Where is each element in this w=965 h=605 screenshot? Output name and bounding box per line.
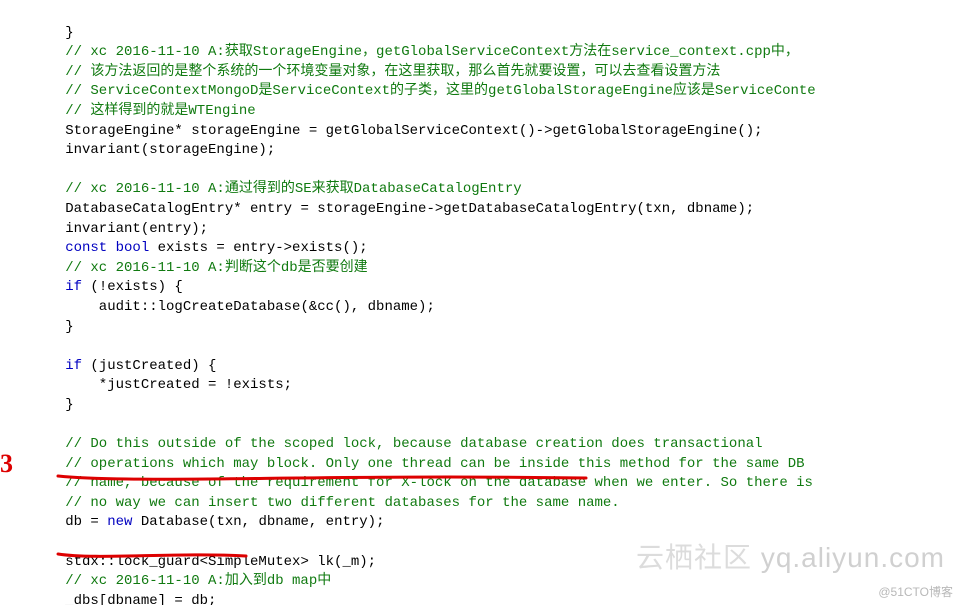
watermark-text: 云栖社区 xyxy=(636,542,761,573)
comment: // ServiceContextMongoD是ServiceContext的子… xyxy=(40,83,816,99)
keyword-if: if xyxy=(40,358,82,374)
code-line: *justCreated = !exists; xyxy=(40,377,292,393)
watermark-main: 云栖社区 yq.aliyun.com xyxy=(636,538,945,577)
code-line: StorageEngine* storageEngine = getGlobal… xyxy=(40,123,763,139)
code-line: DatabaseCatalogEntry* entry = storageEng… xyxy=(40,201,754,217)
code-line: Database(txn, dbname, entry); xyxy=(132,514,384,530)
comment: // xc 2016-11-10 A:加入到db map中 xyxy=(40,573,331,589)
keyword-if: if xyxy=(40,279,82,295)
brace: } xyxy=(40,319,74,335)
code-block: } // xc 2016-11-10 A:获取StorageEngine，get… xyxy=(0,0,965,605)
comment: // xc 2016-11-10 A:通过得到的SE来获取DatabaseCat… xyxy=(40,181,522,197)
comment: // 该方法返回的是整个系统的一个环境变量对象，在这里获取，那么首先就要设置，可… xyxy=(40,64,720,80)
watermark-small: @51CTO博客 xyxy=(878,584,953,601)
comment: // xc 2016-11-10 A:判断这个db是否要创建 xyxy=(40,260,368,276)
comment: // 这样得到的就是WTEngine xyxy=(40,103,256,119)
code-screenshot: { "code": { "brace_top": " }", "c1": " /… xyxy=(0,0,965,605)
code-line: db = xyxy=(40,514,107,530)
comment: // xc 2016-11-10 A:获取StorageEngine，getGl… xyxy=(40,44,799,60)
annotation-number-3: 3 xyxy=(0,446,13,482)
code-line: (justCreated) { xyxy=(82,358,216,374)
brace: } xyxy=(40,25,74,41)
brace: } xyxy=(40,397,74,413)
code-line: (!exists) { xyxy=(82,279,183,295)
keyword-new: new xyxy=(107,514,132,530)
code-line: stdx::lock_guard<SimpleMutex> lk(_m); xyxy=(40,554,376,570)
code-line: exists = entry->exists(); xyxy=(149,240,367,256)
comment: // no way we can insert two different da… xyxy=(40,495,620,511)
code-line: _dbs[dbname] = db; xyxy=(40,593,216,605)
code-line: audit::logCreateDatabase(&cc(), dbname); xyxy=(40,299,435,315)
code-line: invariant(storageEngine); xyxy=(40,142,275,158)
comment: // Do this outside of the scoped lock, b… xyxy=(40,436,763,452)
comment: // operations which may block. Only one … xyxy=(40,456,805,472)
code-line: invariant(entry); xyxy=(40,221,208,237)
comment: // name, because of the requirement for … xyxy=(40,475,813,491)
watermark-url: yq.aliyun.com xyxy=(761,542,945,573)
keyword-const-bool: const bool xyxy=(40,240,149,256)
